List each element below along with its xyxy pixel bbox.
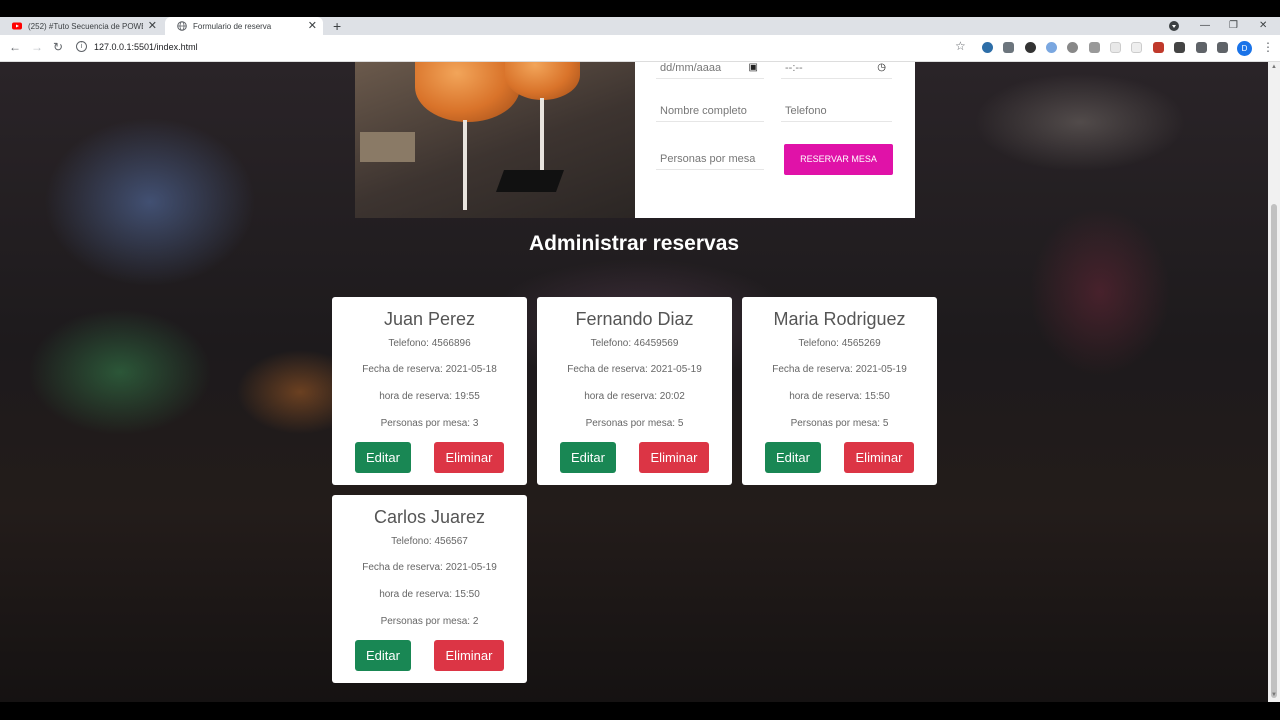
- phone-input[interactable]: Telefono: [781, 100, 892, 122]
- menu-kebab-icon[interactable]: ⋮: [1262, 40, 1274, 54]
- minimize-button[interactable]: —: [1200, 17, 1210, 35]
- clock-icon[interactable]: ◷: [877, 62, 886, 73]
- tab-title: Formulario de reserva: [193, 21, 272, 31]
- people-placeholder: Personas por mesa: [660, 152, 756, 165]
- people-text: Personas por mesa: 5: [790, 418, 889, 429]
- extension-icon[interactable]: [1003, 42, 1014, 53]
- customer-name: Juan Perez: [383, 309, 476, 329]
- extension-icon[interactable]: [1153, 42, 1164, 53]
- people-input[interactable]: Personas por mesa: [656, 148, 764, 170]
- name-input[interactable]: Nombre completo: [656, 100, 764, 122]
- reservation-form: dd/mm/aaaa ▣ --:-- ◷ Nombre completo Tel…: [635, 62, 915, 218]
- extension-icon[interactable]: [1067, 42, 1078, 53]
- tab-youtube[interactable]: (252) #Tuto Secuencia de POWER ✕: [0, 17, 163, 35]
- people-text: Personas por mesa: 3: [380, 418, 479, 429]
- bookmark-star-icon[interactable]: ☆: [955, 39, 966, 53]
- media-queue-icon[interactable]: [1217, 42, 1228, 53]
- phone-placeholder: Telefono: [785, 104, 827, 117]
- tab-close-icon[interactable]: ✕: [148, 19, 157, 32]
- new-tab-button[interactable]: +: [333, 17, 341, 35]
- screen-top-border: [0, 0, 1280, 17]
- page-title: Administrar reservas: [528, 232, 740, 255]
- time-text: hora de reserva: 15:50: [379, 589, 480, 600]
- time-text: hora de reserva: 20:02: [584, 391, 685, 402]
- close-window-button[interactable]: ✕: [1259, 17, 1267, 35]
- glass-stem: [540, 98, 544, 178]
- delete-button[interactable]: Eliminar: [434, 640, 504, 671]
- scroll-down-arrow[interactable]: ▼: [1271, 692, 1277, 698]
- date-text: Fecha de reserva: 2021-05-19: [362, 562, 497, 573]
- phone-text: Telefono: 4566896: [388, 338, 471, 349]
- edit-button[interactable]: Editar: [765, 442, 821, 473]
- date-text: Fecha de reserva: 2021-05-19: [567, 364, 702, 375]
- forward-icon[interactable]: →: [31, 40, 43, 54]
- time-placeholder: --:--: [785, 62, 803, 74]
- tab-strip: (252) #Tuto Secuencia de POWER ✕ Formula…: [0, 17, 1280, 35]
- extensions-puzzle-icon[interactable]: [1196, 42, 1207, 53]
- napkin: [495, 170, 565, 192]
- edit-button[interactable]: Editar: [560, 442, 616, 473]
- tab-close-icon[interactable]: ✕: [308, 19, 317, 32]
- date-text: Fecha de reserva: 2021-05-19: [772, 364, 907, 375]
- time-text: hora de reserva: 19:55: [379, 391, 480, 402]
- phone-text: Telefono: 46459569: [590, 338, 679, 349]
- customer-name: Maria Rodriguez: [773, 309, 906, 329]
- name-placeholder: Nombre completo: [660, 104, 747, 117]
- page-viewport: dd/mm/aaaa ▣ --:-- ◷ Nombre completo Tel…: [0, 62, 1268, 702]
- date-text: Fecha de reserva: 2021-05-18: [362, 364, 497, 375]
- phone-text: Telefono: 456567: [391, 536, 468, 547]
- reservation-card: Juan Perez Telefono: 4566896 Fecha de re…: [332, 297, 527, 485]
- restaurant-photo: [355, 62, 635, 218]
- reservation-card: Fernando Diaz Telefono: 46459569 Fecha d…: [537, 297, 732, 485]
- extension-icon[interactable]: [1025, 42, 1036, 53]
- people-text: Personas por mesa: 2: [380, 616, 479, 627]
- extension-icon[interactable]: [982, 42, 993, 53]
- youtube-icon: [12, 22, 22, 30]
- time-text: hora de reserva: 15:50: [789, 391, 890, 402]
- date-input[interactable]: dd/mm/aaaa ▣: [656, 62, 764, 79]
- url-text: 127.0.0.1:5501/index.html: [94, 41, 198, 52]
- edit-button[interactable]: Editar: [355, 442, 411, 473]
- extension-icon[interactable]: [1089, 42, 1100, 53]
- screen-bottom-border: [0, 702, 1280, 720]
- page-scrollbar[interactable]: ▲ ▼: [1268, 62, 1280, 702]
- download-icon[interactable]: [1174, 42, 1185, 53]
- reload-icon[interactable]: ↻: [53, 40, 63, 54]
- media-control-icon[interactable]: [1169, 21, 1179, 31]
- site-info-icon[interactable]: i: [76, 41, 87, 52]
- reserve-table-button[interactable]: RESERVAR MESA: [784, 144, 893, 175]
- date-placeholder: dd/mm/aaaa: [660, 62, 722, 74]
- address-bar[interactable]: i 127.0.0.1:5501/index.html: [76, 41, 198, 52]
- delete-button[interactable]: Eliminar: [844, 442, 914, 473]
- delete-button[interactable]: Eliminar: [639, 442, 709, 473]
- delete-button[interactable]: Eliminar: [434, 442, 504, 473]
- scroll-up-arrow[interactable]: ▲: [1271, 64, 1277, 70]
- tab-reservation-form[interactable]: Formulario de reserva ✕: [165, 17, 323, 35]
- globe-icon: [177, 21, 187, 31]
- scrollbar-thumb[interactable]: [1271, 204, 1277, 698]
- browser-toolbar: ← → ↻ i 127.0.0.1:5501/index.html ☆ D ⋮: [0, 35, 1280, 62]
- time-input[interactable]: --:-- ◷: [781, 62, 892, 79]
- maximize-button[interactable]: ❐: [1229, 17, 1238, 35]
- extension-icon[interactable]: [1131, 42, 1142, 53]
- glass-stem: [463, 120, 467, 210]
- reservation-card: Maria Rodriguez Telefono: 4565269 Fecha …: [742, 297, 937, 485]
- tab-title: (252) #Tuto Secuencia de POWER: [28, 21, 143, 31]
- profile-avatar[interactable]: D: [1237, 41, 1252, 56]
- calendar-icon[interactable]: ▣: [749, 62, 758, 73]
- people-text: Personas por mesa: 5: [585, 418, 684, 429]
- food-plate: [360, 132, 415, 162]
- edit-button[interactable]: Editar: [355, 640, 411, 671]
- extension-icon[interactable]: [1110, 42, 1121, 53]
- customer-name: Fernando Diaz: [575, 309, 694, 329]
- extension-icon[interactable]: [1046, 42, 1057, 53]
- back-icon[interactable]: ←: [9, 40, 21, 54]
- customer-name: Carlos Juarez: [373, 507, 486, 527]
- phone-text: Telefono: 4565269: [798, 338, 881, 349]
- reservation-card: Carlos Juarez Telefono: 456567 Fecha de …: [332, 495, 527, 683]
